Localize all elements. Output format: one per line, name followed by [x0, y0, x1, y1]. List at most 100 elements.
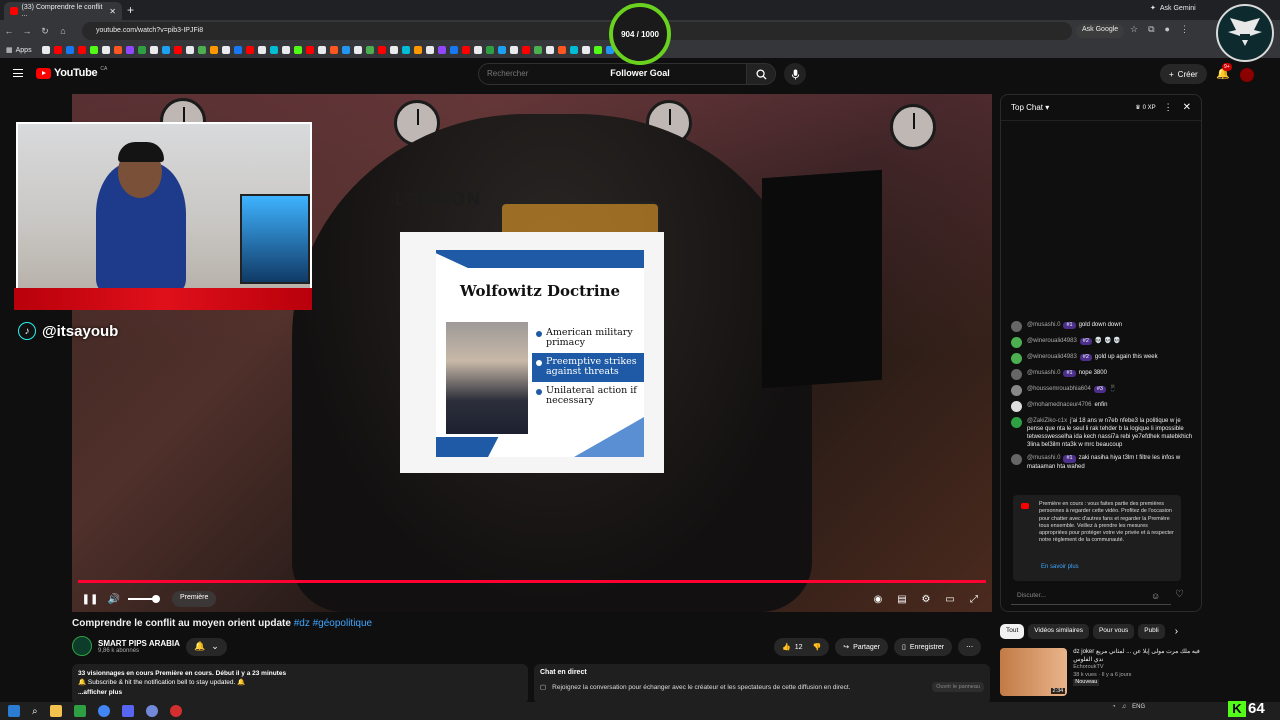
browser-tab[interactable]: (33) Comprendre le conflit ... ✕ — [4, 2, 122, 20]
hamburger-menu-icon[interactable] — [13, 69, 23, 77]
search-icon[interactable]: ⌕ — [32, 706, 38, 717]
xbox-icon[interactable] — [73, 705, 86, 717]
bookmark-icon[interactable] — [485, 46, 494, 54]
bookmark-icon[interactable] — [389, 46, 398, 54]
app-icon[interactable] — [121, 705, 134, 717]
recommended-title[interactable]: dz joker فيه ملك مرت مولى إيلا عن ... لم… — [1073, 648, 1200, 664]
bookmark-star-icon[interactable]: ☆ — [1130, 24, 1138, 35]
bookmark-icon[interactable] — [437, 46, 446, 54]
new-tab-button[interactable]: + — [127, 3, 134, 17]
video-hashtags[interactable]: #dz #géopolitique — [294, 618, 372, 629]
bookmark-icon[interactable] — [317, 46, 326, 54]
channel-name[interactable]: SMART PIPS ARABIA — [98, 639, 180, 648]
bookmark-icon[interactable] — [377, 46, 386, 54]
extensions-icon[interactable]: ⧉ — [1148, 24, 1154, 35]
reload-icon[interactable]: ↻ — [36, 26, 54, 37]
channel-avatar[interactable] — [72, 636, 92, 656]
learn-more-link[interactable]: En savoir plus — [1041, 563, 1079, 571]
video-description[interactable]: 33 visionnages en cours Première en cour… — [72, 664, 528, 704]
bookmark-icon[interactable] — [293, 46, 302, 54]
chat-username[interactable]: @musashi.0 — [1027, 322, 1060, 328]
bookmark-icon[interactable] — [185, 46, 194, 54]
bookmark-icon[interactable] — [125, 46, 134, 54]
bookmark-icon[interactable] — [305, 46, 314, 54]
bookmark-icon[interactable] — [221, 46, 230, 54]
volume-tray-icon[interactable]: ♫ — [1122, 704, 1127, 710]
chat-username[interactable]: @wineroualid4983 — [1027, 354, 1077, 360]
chip-all[interactable]: Tout — [1000, 624, 1025, 639]
more-actions-button[interactable]: ⋯ — [958, 638, 982, 656]
bookmark-icon[interactable] — [41, 46, 50, 54]
bookmark-icon[interactable] — [413, 46, 422, 54]
windows-start-icon[interactable] — [8, 705, 20, 717]
volume-icon[interactable]: 🔊 — [106, 591, 122, 607]
account-avatar[interactable] — [1240, 68, 1254, 82]
url-field[interactable]: youtube.com/watch?v=pib3-IPJFi8 — [82, 22, 1072, 40]
theater-mode-icon[interactable]: ▭ — [942, 591, 958, 607]
back-icon[interactable]: ← — [0, 26, 18, 36]
forward-icon[interactable]: → — [18, 26, 36, 36]
chip-similar[interactable]: Vidéos similaires — [1028, 624, 1089, 639]
chat-input[interactable]: Discuter... — [1011, 587, 1171, 605]
bookmark-icon[interactable] — [65, 46, 74, 54]
heart-icon[interactable]: ♡ — [1175, 589, 1184, 600]
recommended-video[interactable]: 2:34 dz joker فيه ملك مرت مولى إيلا عن .… — [1000, 648, 1200, 700]
youtube-logo[interactable]: YouTube CA — [36, 66, 107, 79]
video-thumbnail[interactable]: 2:34 — [1000, 648, 1068, 696]
autoplay-toggle-icon[interactable]: ◉ — [870, 591, 886, 607]
save-button[interactable]: ▯ Enregistrer — [893, 638, 953, 656]
bookmark-icon[interactable] — [245, 46, 254, 54]
browser-menu-icon[interactable]: ⋮ — [1180, 24, 1189, 35]
volume-slider[interactable] — [128, 595, 160, 603]
bookmark-icon[interactable] — [533, 46, 542, 54]
apps-bookmark[interactable]: ▦ Apps — [6, 46, 32, 55]
bookmark-icon[interactable] — [269, 46, 278, 54]
bookmark-icon[interactable] — [173, 46, 182, 54]
bookmark-icon[interactable] — [557, 46, 566, 54]
show-more-link[interactable]: ...afficher plus — [78, 688, 522, 697]
voice-search-button[interactable] — [784, 63, 806, 85]
ask-gemini-button[interactable]: ✦ Ask Gemini — [1150, 4, 1196, 13]
home-icon[interactable]: ⌂ — [54, 26, 72, 36]
thumbs-down-icon[interactable]: 👎 — [813, 643, 822, 651]
bookmark-icon[interactable] — [209, 46, 218, 54]
recommended-channel[interactable]: EchoroukTV — [1073, 664, 1200, 671]
xp-badge[interactable]: ♛ 0 XP — [1135, 104, 1155, 112]
profile-icon[interactable]: ● — [1165, 24, 1170, 35]
bookmark-icon[interactable] — [545, 46, 554, 54]
chip-published[interactable]: Publi — [1138, 624, 1165, 639]
bookmark-icon[interactable] — [137, 46, 146, 54]
discord-icon[interactable] — [145, 705, 158, 717]
bookmark-icon[interactable] — [581, 46, 590, 54]
chrome-icon[interactable] — [97, 705, 110, 717]
top-chat-dropdown[interactable]: Top Chat ▾ — [1011, 103, 1049, 112]
bookmark-icon[interactable] — [77, 46, 86, 54]
bookmark-icon[interactable] — [497, 46, 506, 54]
bookmark-icon[interactable] — [53, 46, 62, 54]
bookmark-icon[interactable] — [461, 46, 470, 54]
chat-username[interactable]: @wineroualid4983 — [1027, 338, 1077, 344]
wifi-icon[interactable]: ◔ — [1112, 704, 1116, 710]
bookmark-icon[interactable] — [365, 46, 374, 54]
bookmark-icon[interactable] — [569, 46, 578, 54]
tab-close-icon[interactable]: ✕ — [109, 7, 116, 16]
share-button[interactable]: ↪ Partager — [835, 638, 888, 656]
bookmark-icon[interactable] — [353, 46, 362, 54]
chat-username[interactable]: @houssemrouabhia604 — [1027, 386, 1091, 392]
bookmark-icon[interactable] — [149, 46, 158, 54]
bookmark-icon[interactable] — [509, 46, 518, 54]
bookmark-icon[interactable] — [197, 46, 206, 54]
bookmark-icon[interactable] — [341, 46, 350, 54]
bookmark-icon[interactable] — [161, 46, 170, 54]
emoji-icon[interactable]: ☺ — [1151, 591, 1160, 601]
bookmark-icon[interactable] — [101, 46, 110, 54]
bookmark-icon[interactable] — [593, 46, 602, 54]
language-indicator[interactable]: ENG — [1132, 704, 1145, 710]
create-button[interactable]: + Créer — [1160, 64, 1207, 84]
search-button[interactable] — [746, 63, 776, 85]
chat-options-icon[interactable]: ⋮ — [1164, 102, 1173, 113]
like-button[interactable]: 👍 12 👎 — [774, 638, 830, 656]
ask-google-button[interactable]: Ask Google — [1076, 24, 1125, 38]
obs-icon[interactable] — [169, 705, 182, 717]
bookmark-icon[interactable] — [521, 46, 530, 54]
